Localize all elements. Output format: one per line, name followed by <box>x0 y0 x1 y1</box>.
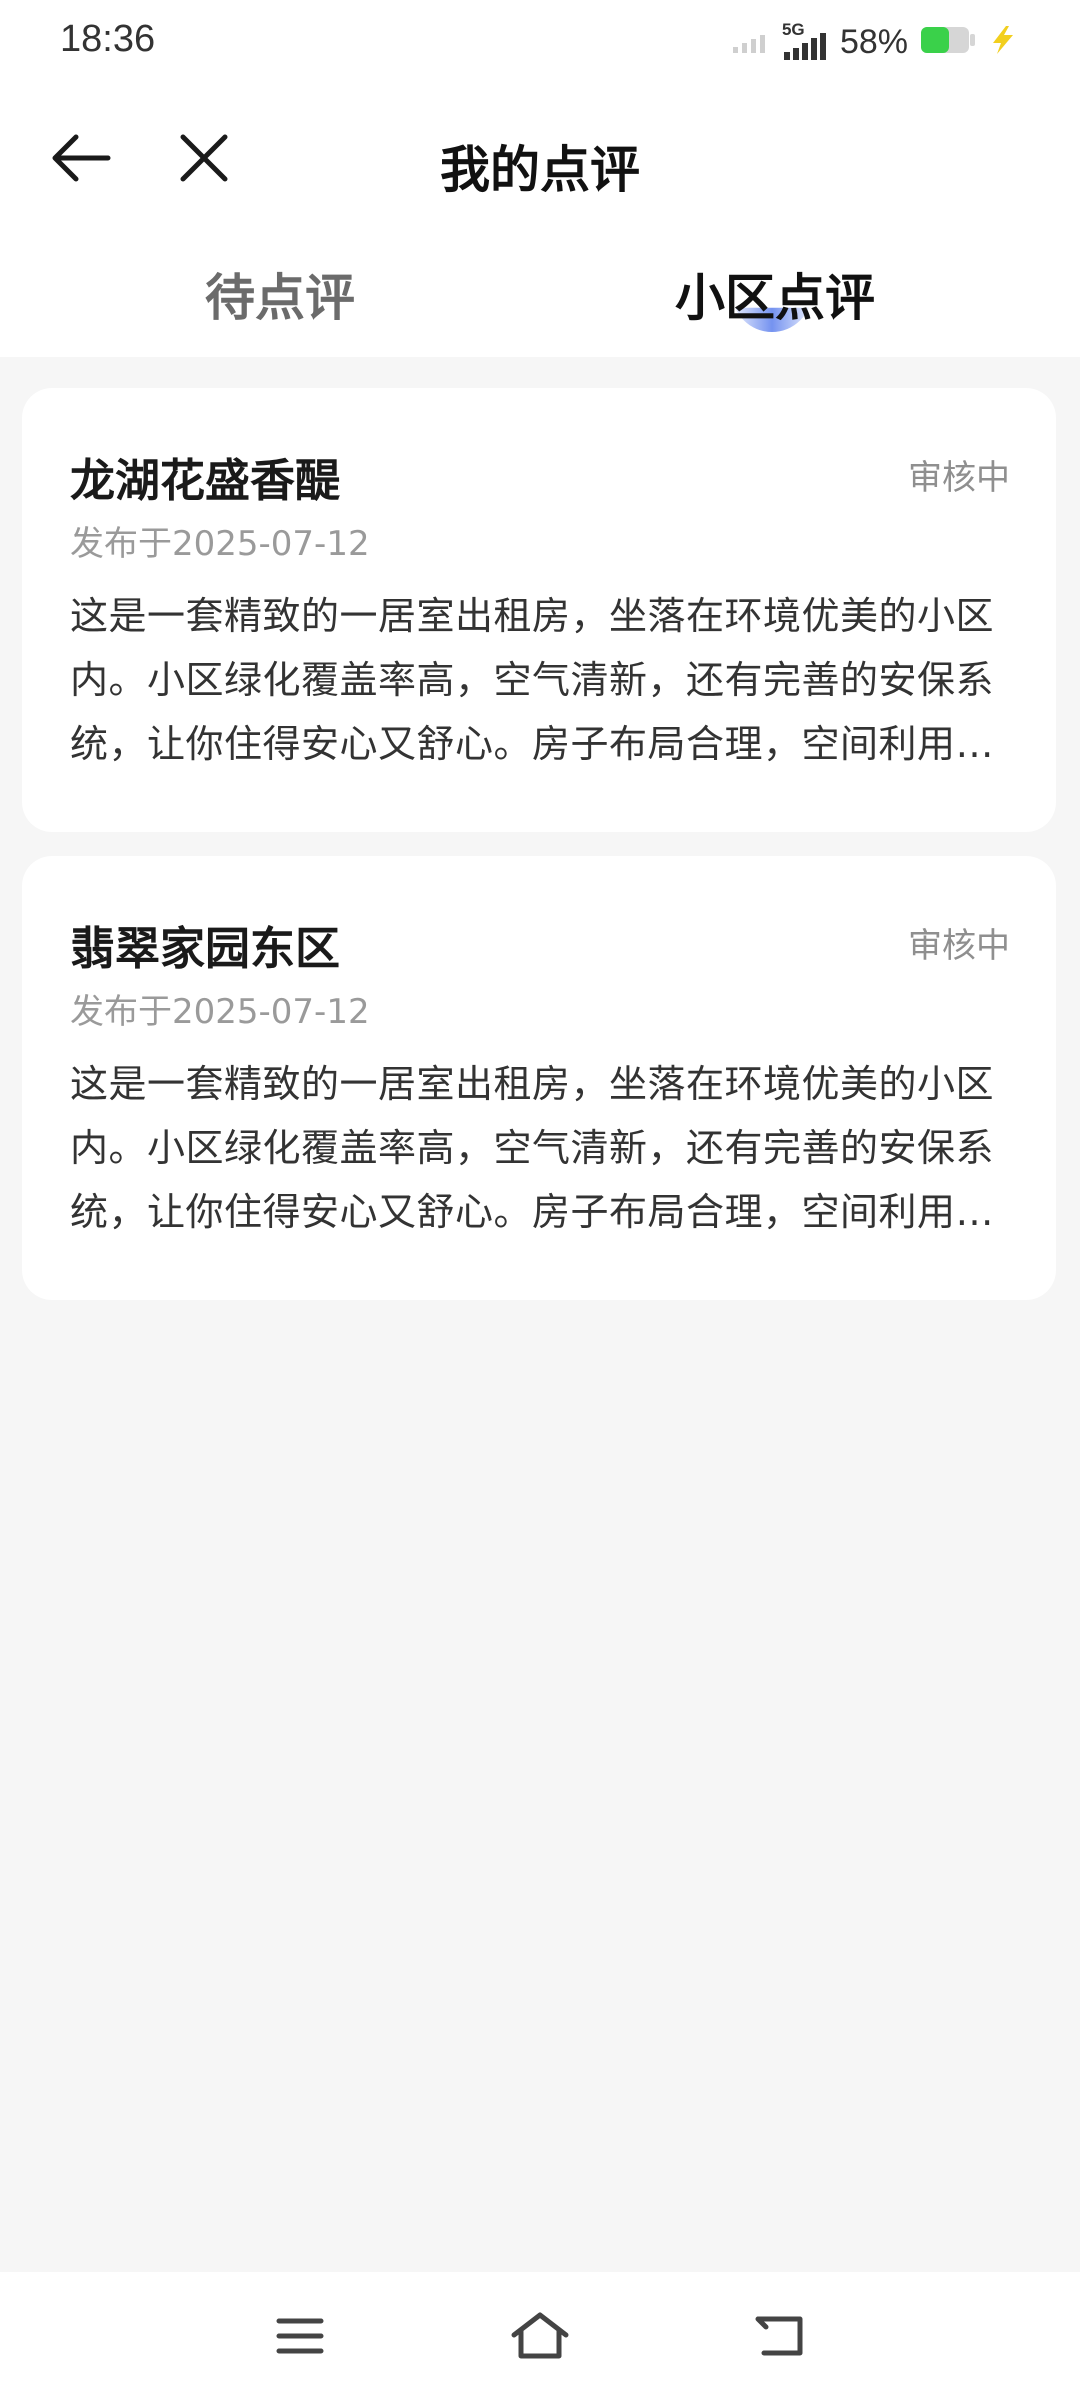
review-title: 龙湖花盛香醍 <box>70 454 341 507</box>
page-title: 我的点评 <box>440 141 640 199</box>
battery-icon <box>920 25 976 59</box>
home-icon <box>511 2312 569 2359</box>
tab-bar: 待点评 小区点评 <box>0 240 1080 350</box>
home-button[interactable] <box>505 2306 575 2366</box>
back-icon <box>755 2316 803 2356</box>
status-icons: 5G 58% <box>732 20 1018 64</box>
tab-pending-review[interactable]: 待点评 <box>130 258 430 330</box>
status-time: 18:36 <box>60 18 156 60</box>
review-card[interactable]: 翡翠家园东区 审核中 发布于2025-07-12 这是一套精致的一居室出租房，坐… <box>22 856 1056 1300</box>
charging-icon <box>988 25 1018 59</box>
back-nav-button[interactable] <box>745 2306 815 2366</box>
review-status-badge: 审核中 <box>908 458 1010 498</box>
battery-fill <box>921 27 949 53</box>
review-body: 这是一套精致的一居室出租房，坐落在环境优美的小区内。小区绿化覆盖率高，空气清新，… <box>70 1062 995 1234</box>
review-date: 发布于2025-07-12 <box>70 992 370 1032</box>
battery-percent: 58% <box>839 22 908 61</box>
review-title: 翡翠家园东区 <box>70 922 341 975</box>
tab-community-label: 小区点评 <box>675 269 875 327</box>
tab-community-review[interactable]: 小区点评 <box>625 258 925 330</box>
review-card[interactable]: 龙湖花盛香醍 审核中 发布于2025-07-12 这是一套精致的一居室出租房，坐… <box>22 388 1056 832</box>
signal-5g-icon: 5G <box>782 20 828 62</box>
header: 我的点评 <box>0 100 1080 220</box>
review-status-badge: 审核中 <box>908 926 1010 966</box>
status-bar: 18:36 5G 58% <box>0 0 1080 84</box>
signal-weak-icon <box>732 25 770 59</box>
menu-button[interactable] <box>265 2306 335 2366</box>
system-nav-bar <box>0 2272 1080 2400</box>
review-date: 发布于2025-07-12 <box>70 524 370 564</box>
menu-icon <box>276 2318 324 2354</box>
review-body: 这是一套精致的一居室出租房，坐落在环境优美的小区内。小区绿化覆盖率高，空气清新，… <box>70 594 995 766</box>
